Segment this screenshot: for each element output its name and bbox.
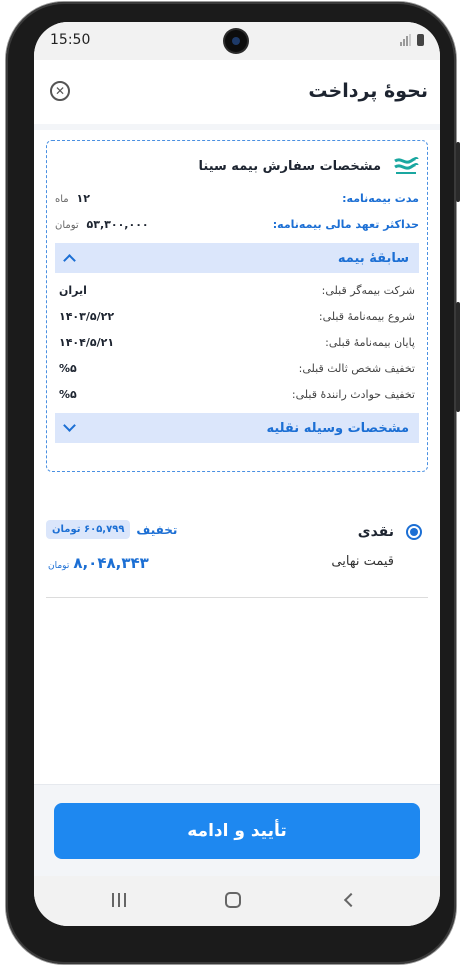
policy-duration-label: مدت بیمه‌نامه: — [342, 191, 419, 205]
chevron-down-icon — [63, 419, 76, 432]
max-liability-label: حداکثر تعهد مالی بیمه‌نامه: — [272, 217, 419, 231]
discount-info: تخفیف ۶۰۵,۷۹۹ تومان — [46, 520, 177, 539]
max-liability-row: حداکثر تعهد مالی بیمه‌نامه: ۵۳,۳۰۰,۰۰۰ ت… — [55, 211, 419, 237]
chevron-up-icon — [63, 254, 76, 267]
history-row: شروع بیمه‌نامهٔ قبلی: ۱۴۰۳/۵/۲۲ — [55, 303, 419, 329]
max-liability-unit: تومان — [55, 219, 79, 231]
order-card-header: مشخصات سفارش بیمه سینا — [55, 147, 419, 185]
front-camera — [225, 30, 247, 52]
main-content: مشخصات سفارش بیمه سینا مدت بیمه‌نامه: ۱۲… — [34, 130, 440, 798]
history-row-value: %۵ — [59, 387, 77, 401]
vehicle-details-title: مشخصات وسیله نقلیه — [266, 420, 409, 436]
signal-icon — [400, 34, 411, 46]
discount-badge: ۶۰۵,۷۹۹ تومان — [46, 520, 131, 539]
history-row-label: شروع بیمه‌نامهٔ قبلی: — [318, 309, 415, 323]
status-bar: 15:50 — [34, 22, 440, 60]
insurance-history-title: سابقهٔ بیمه — [337, 250, 409, 266]
policy-duration-row: مدت بیمه‌نامه: ۱۲ ماه — [55, 185, 419, 211]
final-price-unit: تومان — [48, 561, 70, 571]
history-row-value: ۱۴۰۴/۵/۲۱ — [59, 335, 115, 349]
history-row-value: %۵ — [59, 361, 77, 375]
footer: تأیید و ادامه — [34, 784, 440, 876]
history-row: تخفیف شخص ثالث قبلی: %۵ — [55, 355, 419, 381]
status-time: 15:50 — [50, 32, 91, 48]
sina-insurance-logo — [393, 155, 419, 177]
battery-icon — [417, 34, 424, 46]
status-icons — [400, 34, 424, 46]
history-row-label: تخفیف شخص ثالث قبلی: — [298, 361, 415, 375]
android-nav-bar — [34, 876, 440, 926]
order-card-title: مشخصات سفارش بیمه سینا — [198, 158, 382, 174]
home-icon[interactable] — [225, 892, 241, 908]
payment-option-label: نقدی — [357, 524, 394, 540]
confirm-continue-button[interactable]: تأیید و ادامه — [54, 803, 420, 859]
history-row: شرکت بیمه‌گر قبلی: ایران — [55, 277, 419, 303]
policy-duration-value: ۱۲ ماه — [55, 192, 90, 205]
recents-icon[interactable] — [112, 893, 126, 907]
history-row-label: تخفیف حوادث رانندهٔ قبلی: — [291, 387, 415, 401]
phone-frame: 15:50 ✕ نحوهٔ پرداخت مشخصات سفارش بیمه س… — [6, 2, 460, 964]
history-row: پایان بیمه‌نامهٔ قبلی: ۱۴۰۴/۵/۲۱ — [55, 329, 419, 355]
page-title: نحوهٔ پرداخت — [308, 80, 428, 102]
max-liability-number: ۵۳,۳۰۰,۰۰۰ — [86, 217, 149, 231]
insurance-history-toggle[interactable]: سابقهٔ بیمه — [55, 243, 419, 273]
policy-duration-unit: ماه — [55, 193, 69, 205]
payment-option-cash[interactable]: نقدی قیمت نهایی تخفیف ۶۰۵,۷۹۹ تومان ۸,۰۴… — [46, 510, 428, 598]
history-row-value: ۱۴۰۳/۵/۲۲ — [59, 309, 115, 323]
final-price-value: ۸,۰۴۸,۳۴۳ — [73, 554, 149, 572]
discount-label: تخفیف — [136, 522, 178, 537]
close-icon[interactable]: ✕ — [50, 81, 70, 101]
history-row-value: ایران — [59, 283, 87, 297]
cash-radio-button[interactable] — [406, 524, 422, 540]
history-row-label: شرکت بیمه‌گر قبلی: — [321, 283, 415, 297]
final-price-label: قیمت نهایی — [331, 554, 394, 569]
max-liability-value: ۵۳,۳۰۰,۰۰۰ تومان — [55, 218, 149, 231]
final-price: ۸,۰۴۸,۳۴۳ تومان — [48, 554, 149, 572]
history-row: تخفیف حوادث رانندهٔ قبلی: %۵ — [55, 381, 419, 407]
screen: 15:50 ✕ نحوهٔ پرداخت مشخصات سفارش بیمه س… — [34, 22, 440, 926]
back-icon[interactable] — [343, 892, 359, 908]
vehicle-details-toggle[interactable]: مشخصات وسیله نقلیه — [55, 413, 419, 443]
power-button — [456, 142, 460, 202]
order-summary-card: مشخصات سفارش بیمه سینا مدت بیمه‌نامه: ۱۲… — [46, 140, 428, 472]
policy-duration-number: ۱۲ — [76, 191, 90, 205]
page-header: ✕ نحوهٔ پرداخت — [34, 60, 440, 124]
volume-button — [456, 302, 460, 412]
history-row-label: پایان بیمه‌نامهٔ قبلی: — [325, 335, 415, 349]
